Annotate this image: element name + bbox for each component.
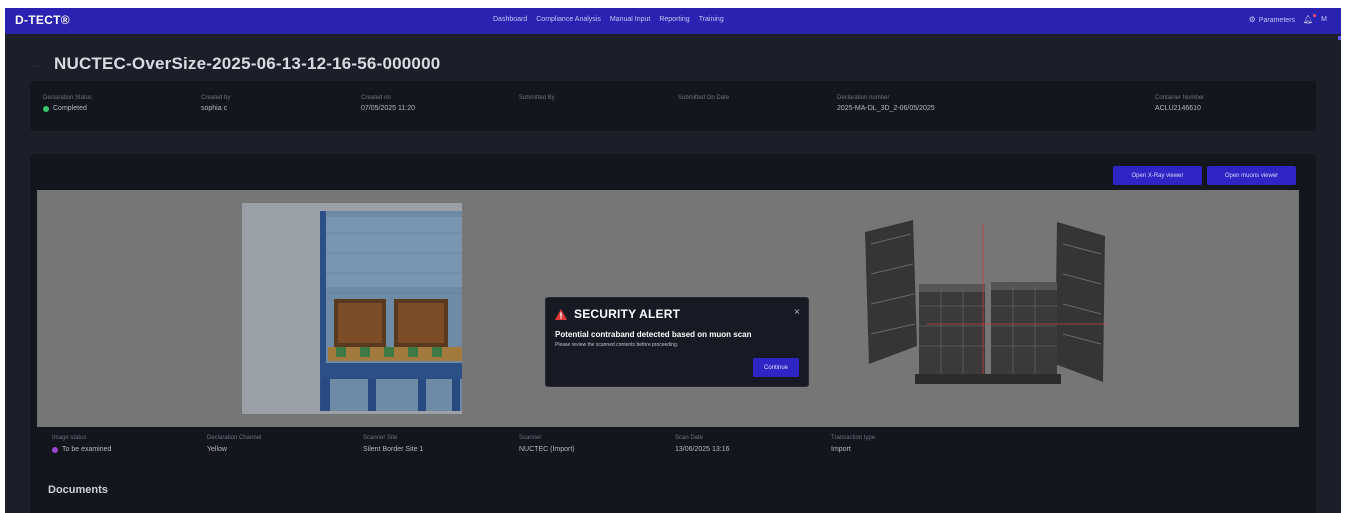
top-nav-bar: D-TECT® Dashboard Compliance Analysis Ma…	[5, 8, 1341, 34]
scrollbar[interactable]	[1338, 36, 1341, 40]
field-label: Scanner Site	[363, 435, 398, 441]
nav-item-manual-input[interactable]: Manual Input	[610, 16, 650, 23]
created-on-field: Created on 07/05/2025 11:20	[361, 95, 415, 112]
field-label: Declaration Channel	[207, 435, 262, 441]
xray-scan-graphic	[242, 203, 462, 414]
gear-icon: ⚙	[1248, 15, 1256, 24]
image-status-field: Image status To be examined	[52, 435, 111, 453]
parameters-link[interactable]: ⚙ Parameters	[1249, 15, 1295, 24]
muon-scan-image[interactable]	[857, 214, 1107, 399]
declaration-channel-field: Declaration Channel Yellow	[207, 435, 261, 453]
parameters-label: Parameters	[1258, 17, 1295, 24]
nav-item-compliance-analysis[interactable]: Compliance Analysis	[536, 16, 601, 23]
scanner-site-field: Scanner Site Silent Border Site 1	[363, 435, 423, 453]
nav-item-training[interactable]: Training	[699, 16, 724, 23]
field-value: NUCTEC (Import)	[519, 446, 575, 453]
container-number-field: Container Number ACLU2146610	[1155, 95, 1204, 112]
field-value: Import	[831, 446, 851, 453]
top-right-controls: ⚙ Parameters 🔔︎ M	[1249, 14, 1327, 24]
field-label: Scanner	[519, 435, 542, 441]
field-label: Created on	[361, 95, 391, 101]
transaction-type-field: Transaction type Import	[831, 435, 875, 453]
field-value: 07/05/2025 11:20	[361, 105, 415, 112]
nav-item-dashboard[interactable]: Dashboard	[493, 16, 527, 23]
user-avatar[interactable]: M	[1321, 16, 1327, 23]
field-label: Submitted On Date	[678, 95, 730, 101]
app-window: D-TECT® Dashboard Compliance Analysis Ma…	[5, 8, 1341, 513]
image-status-value: To be examined	[62, 446, 112, 453]
open-muons-viewer-button[interactable]: Open muons viewer	[1207, 166, 1296, 185]
brand-logo[interactable]: D-TECT®	[15, 13, 70, 27]
field-value: Completed	[43, 105, 92, 112]
close-icon[interactable]: ×	[794, 307, 800, 318]
declaration-info-card: Declaration Status Completed Created by …	[30, 81, 1316, 131]
created-by-field: Created by sophia c	[201, 95, 230, 112]
field-value: To be examined	[52, 446, 111, 453]
open-xray-viewer-button[interactable]: Open X-Ray viewer	[1113, 166, 1202, 185]
field-value: Silent Border Site 1	[363, 446, 424, 453]
field-value: sophia c	[201, 105, 228, 112]
scan-metadata-row: Image status To be examined Declaration …	[30, 435, 1316, 465]
xray-scan-image[interactable]	[242, 203, 462, 414]
field-label: Created by	[201, 95, 231, 101]
field-label: Declaration number	[837, 95, 890, 101]
status-dot-icon	[52, 446, 58, 453]
declaration-status-field: Declaration Status Completed	[43, 95, 92, 112]
field-label: Container Number	[1155, 95, 1205, 101]
bell-icon[interactable]: 🔔︎	[1303, 14, 1317, 24]
field-label: Image status	[52, 435, 87, 441]
page-title: NUCTEC-OverSize-2025-06-13-12-16-56-0000…	[54, 54, 441, 73]
field-label: Declaration Status	[43, 95, 93, 101]
scan-panel: Open X-Ray viewer Open muons viewer SECU…	[30, 154, 1316, 513]
status-value: Completed	[53, 105, 87, 112]
submitted-on-field: Submitted On Date	[678, 95, 729, 105]
continue-button[interactable]: Continue	[753, 358, 799, 377]
alert-sub-message: Please review the scanned contents befor…	[555, 342, 679, 348]
alert-message: Potential contraband detected based on m…	[555, 330, 752, 339]
submitted-by-field: Submitted By	[519, 95, 555, 105]
scan-date-field: Scan Date 13/06/2025 13:16	[675, 435, 730, 453]
field-value: Yellow	[207, 446, 227, 453]
arrow-left-icon[interactable]: ←	[31, 60, 41, 71]
field-value: ACLU2146610	[1155, 105, 1201, 112]
scan-image-area: SECURITY ALERT × Potential contraband de…	[37, 190, 1299, 427]
documents-heading: Documents	[48, 484, 108, 496]
muon-scan-graphic	[865, 220, 1107, 384]
security-alert-modal: SECURITY ALERT × Potential contraband de…	[545, 297, 809, 387]
field-label: Transaction type	[831, 435, 876, 441]
field-label: Scan Date	[675, 435, 704, 441]
field-label: Submitted By	[519, 95, 555, 101]
scanner-field: Scanner NUCTEC (Import)	[519, 435, 575, 453]
main-nav: Dashboard Compliance Analysis Manual Inp…	[493, 16, 724, 23]
notification-dot	[1313, 14, 1317, 17]
alert-title: SECURITY ALERT	[574, 307, 681, 321]
declaration-number-field: Declaration number 2025-MA-DL_3D_2-06/05…	[837, 95, 935, 112]
field-value: 2025-MA-DL_3D_2-06/05/2025	[837, 105, 935, 112]
field-value: 13/06/2025 13:16	[675, 446, 730, 453]
nav-item-reporting[interactable]: Reporting	[659, 16, 689, 23]
status-dot-icon	[43, 105, 49, 112]
warning-triangle-icon	[555, 309, 567, 320]
